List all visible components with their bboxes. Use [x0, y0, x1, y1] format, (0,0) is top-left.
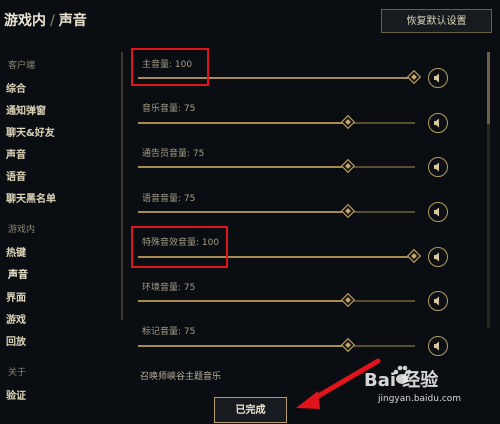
- ambient-volume-label: 环境音量: 75: [142, 283, 196, 293]
- music-volume-slider[interactable]: [138, 122, 415, 124]
- announcer-volume-mute-button[interactable]: [428, 157, 448, 177]
- sfx-volume-mute-button[interactable]: [428, 247, 448, 267]
- sidebar-heading-about: 关于: [8, 368, 27, 378]
- sidebar-item-voice[interactable]: 语音: [6, 168, 26, 183]
- sidebar-item-replays[interactable]: 回放: [6, 333, 26, 348]
- ping-volume-slider[interactable]: [138, 345, 415, 347]
- rift-music-toggle-label[interactable]: 召唤师峡谷主题音乐: [140, 369, 221, 382]
- watermark-url: jingyan.baidu.com: [378, 394, 462, 404]
- music-volume-mute-button[interactable]: [428, 113, 448, 133]
- content-scrollbar-thumb[interactable]: [487, 52, 490, 124]
- breadcrumb-current: 声音: [58, 13, 87, 29]
- speaker-icon: [434, 296, 439, 306]
- voice-volume-knob-icon[interactable]: [340, 203, 356, 219]
- announcer-volume-label: 通告员音量: 75: [142, 149, 205, 159]
- sidebar-item-game[interactable]: 游戏: [6, 311, 26, 326]
- announcer-volume-knob-icon[interactable]: [340, 158, 356, 174]
- sidebar-item-interface[interactable]: 界面: [6, 289, 26, 304]
- sidebar-heading-client: 客户端: [8, 61, 36, 71]
- music-volume-fill: [138, 122, 346, 124]
- ambient-volume-knob-icon[interactable]: [340, 292, 356, 308]
- speaker-icon: [434, 162, 439, 172]
- page-title: 游戏内 / 声音: [4, 10, 87, 30]
- settings-window: 游戏内 / 声音 恢复默认设置 客户端 综合 通知弹窗 聊天&好友 声音 语音 聊天…: [0, 0, 500, 423]
- voice-volume-mute-button[interactable]: [428, 202, 448, 222]
- sidebar-item-verification[interactable]: 验证: [6, 387, 26, 402]
- sidebar-item-hotkeys[interactable]: 热键: [6, 244, 26, 259]
- music-volume-label: 音乐音量: 75: [142, 104, 196, 114]
- speaker-icon: [434, 118, 439, 128]
- breadcrumb-parent[interactable]: 游戏内: [4, 13, 46, 29]
- sidebar: 客户端 综合 通知弹窗 聊天&好友 声音 语音 聊天黑名单 游戏内 热键 声音 …: [0, 45, 120, 423]
- ambient-volume-mute-button[interactable]: [428, 291, 448, 311]
- sidebar-scrollbar[interactable]: [121, 52, 123, 320]
- voice-volume-label: 语音音量: 75: [142, 194, 196, 204]
- sidebar-item-chat-friends[interactable]: 聊天&好友: [6, 124, 55, 139]
- announcer-volume-fill: [138, 166, 346, 168]
- ping-volume-fill: [138, 345, 346, 347]
- master-volume-highlight: [131, 48, 209, 86]
- breadcrumb-separator: /: [50, 13, 55, 29]
- ping-volume-label: 标记音量: 75: [142, 327, 196, 337]
- sfx-volume-highlight: [131, 226, 228, 268]
- speaker-icon: [434, 341, 439, 351]
- watermark-text: Bai 经验: [364, 370, 439, 391]
- sidebar-item-notifications[interactable]: 通知弹窗: [6, 102, 46, 117]
- speaker-icon: [434, 207, 439, 217]
- voice-volume-fill: [138, 211, 346, 213]
- speaker-icon: [434, 252, 439, 262]
- announcer-volume-slider[interactable]: [138, 166, 415, 168]
- sidebar-item-chat-blacklist[interactable]: 聊天黑名单: [6, 190, 56, 205]
- content-scrollbar[interactable]: [487, 52, 490, 328]
- ambient-volume-slider[interactable]: [138, 300, 415, 302]
- done-button[interactable]: 已完成: [214, 397, 287, 423]
- sfx-volume-knob-icon[interactable]: [406, 248, 422, 264]
- music-volume-knob-icon[interactable]: [340, 114, 356, 130]
- sidebar-item-client-sound[interactable]: 声音: [6, 146, 26, 161]
- speaker-icon: [434, 73, 439, 83]
- ping-volume-knob-icon[interactable]: [340, 337, 356, 353]
- sidebar-item-general[interactable]: 综合: [6, 80, 26, 95]
- sidebar-item-ingame-sound[interactable]: 声音: [8, 266, 28, 281]
- master-volume-mute-button[interactable]: [428, 68, 448, 88]
- master-volume-knob-icon[interactable]: [406, 69, 422, 85]
- ambient-volume-fill: [138, 300, 346, 302]
- reset-defaults-button[interactable]: 恢复默认设置: [381, 9, 492, 33]
- ping-volume-mute-button[interactable]: [428, 336, 448, 356]
- sidebar-heading-ingame: 游戏内: [8, 225, 36, 235]
- voice-volume-slider[interactable]: [138, 211, 415, 213]
